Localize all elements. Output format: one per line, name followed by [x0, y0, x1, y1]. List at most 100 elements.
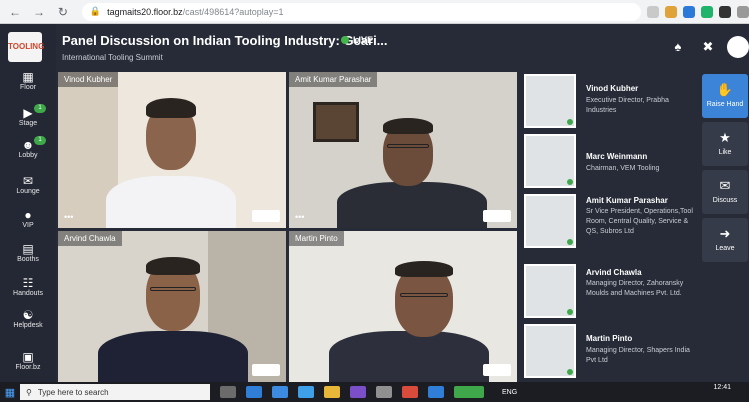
speaker-body [337, 182, 487, 228]
video-tile[interactable]: Martin Pinto [289, 231, 517, 382]
sidebar-item-label: Handouts [13, 290, 43, 297]
live-indicator: LIVE [341, 35, 373, 45]
folder-icon[interactable] [324, 386, 340, 398]
participant-list: Vinod Kubher Executive Director, Prabha … [520, 72, 698, 382]
video-tile[interactable]: Vinod Kubher ••• [58, 72, 286, 228]
url-host: tagmaits20.floor.bz [107, 6, 183, 17]
sidebar-item-lobby[interactable]: ☻ 1 Lobby [2, 136, 54, 159]
url-path: /cast/498614?autoplay=1 [182, 6, 284, 17]
online-dot-icon [567, 309, 573, 315]
chat-icon: ✉ [22, 174, 34, 188]
battery-icon[interactable] [454, 386, 484, 398]
discuss-button[interactable]: ✉ Discuss [702, 170, 748, 214]
task-view-icon[interactable] [220, 386, 236, 398]
action-bar: ✋ Raise Hand ★ Like ✉ Discuss ➜ Leave [702, 72, 748, 382]
tile-name: Martin Pinto [289, 231, 344, 246]
people-icon: ☻ [21, 138, 35, 152]
taskbar-search[interactable]: ⚲ Type here to search [20, 384, 210, 400]
session-header: Panel Discussion on Indian Tooling Indus… [56, 24, 749, 72]
add-person-icon[interactable]: ♠ [667, 36, 689, 58]
avatar [524, 74, 576, 128]
watermark-logo [252, 210, 280, 222]
exit-icon: ➜ [719, 226, 731, 241]
forward-icon[interactable]: → [30, 3, 48, 21]
participant-name: Vinod Kubher [586, 84, 639, 93]
list-item[interactable]: Marc Weinmann Chairman, VEM Tooling [522, 132, 698, 192]
profile-icon[interactable] [719, 5, 732, 18]
sidebar-item-booths[interactable]: ▤ Booths [2, 242, 54, 263]
browser-toolbar: ← → ↻ 🔒 tagmaits20.floor.bz /cast/498614… [0, 0, 749, 24]
like-button[interactable]: ★ Like [702, 122, 748, 166]
online-dot-icon [567, 179, 573, 185]
clock[interactable]: 12:41 [713, 384, 731, 392]
list-item[interactable]: Arvind Chawla Managing Director, Zahoran… [522, 262, 698, 322]
floorbz-icon: ▣ [22, 350, 34, 364]
leave-button[interactable]: ➜ Leave [702, 218, 748, 262]
windows-start-icon[interactable]: ▦ [0, 386, 20, 399]
map-icon: ▦ [22, 70, 34, 84]
sidebar-item-floor[interactable]: ▦ Floor [2, 70, 54, 91]
sidebar-item-label: Helpdesk [13, 322, 43, 329]
mail-icon[interactable] [298, 386, 314, 398]
online-dot-icon [567, 239, 573, 245]
settings-icon[interactable] [376, 386, 392, 398]
sidebar-item-label: Booths [17, 256, 39, 263]
speaker-hair [383, 118, 433, 134]
participant-name: Martin Pinto [586, 334, 633, 343]
app-icon[interactable] [350, 386, 366, 398]
sidebar-item-vip[interactable]: ● VIP [2, 208, 54, 229]
live-dot-icon [341, 36, 349, 44]
app-window: TOOLING ▦ Floor ▶ 1 Stage ☻ 1 Lobby ✉ Lo… [0, 24, 749, 382]
reload-icon[interactable]: ↻ [54, 3, 72, 21]
list-item[interactable]: Vinod Kubher Executive Director, Prabha … [522, 72, 698, 132]
watermark-logo [483, 364, 511, 376]
more-options-icon[interactable]: ••• [64, 212, 73, 222]
chrome-icon[interactable] [402, 386, 418, 398]
comment-icon: ✉ [719, 178, 731, 193]
list-item[interactable]: Amit Kumar Parashar Sr Vice President, O… [522, 192, 698, 260]
raise-hand-button[interactable]: ✋ Raise Hand [702, 74, 748, 118]
count-badge: 1 [34, 136, 46, 145]
speaker-hair [146, 257, 200, 275]
helpdesk-icon: ☯ [22, 308, 34, 322]
sidebar-item-handouts[interactable]: ☷ Handouts [2, 276, 54, 297]
sidebar: TOOLING ▦ Floor ▶ 1 Stage ☻ 1 Lobby ✉ Lo… [0, 24, 56, 382]
participant-role: Executive Director, Prabha Industries [586, 97, 669, 114]
video-icon: ▶ [23, 106, 33, 120]
glasses [150, 287, 196, 291]
thumbs-up-icon: ★ [719, 130, 731, 145]
event-logo: TOOLING [8, 32, 44, 62]
video-tile[interactable]: Arvind Chawla [58, 231, 286, 382]
speaker-body [329, 331, 489, 382]
extension-icon[interactable] [701, 5, 714, 18]
word-icon[interactable] [428, 386, 444, 398]
sidebar-item-floorbz[interactable]: ▣ Floor.bz [2, 350, 54, 371]
sidebar-item-stage[interactable]: ▶ 1 Stage [2, 104, 54, 127]
user-avatar[interactable] [727, 36, 749, 58]
sidebar-item-helpdesk[interactable]: ☯ Helpdesk [2, 308, 54, 329]
more-options-icon[interactable]: ••• [295, 212, 304, 222]
count-badge: 1 [34, 104, 46, 113]
tools-icon[interactable]: ✖ [697, 36, 719, 58]
sidebar-item-label: Lounge [16, 188, 40, 195]
clock-time: 12:41 [713, 384, 731, 391]
edge-icon[interactable] [246, 386, 262, 398]
store-icon[interactable] [272, 386, 288, 398]
list-item[interactable]: Martin Pinto Managing Director, Shapers … [522, 322, 698, 382]
wall-picture [313, 102, 359, 142]
sidebar-item-lounge[interactable]: ✉ Lounge [2, 174, 54, 195]
speaker-hair [146, 98, 196, 118]
back-icon[interactable]: ← [6, 3, 24, 21]
participant-role: Managing Director, Zahoransky Moulds and… [586, 280, 684, 297]
menu-icon[interactable] [737, 5, 749, 18]
session-title: Panel Discussion on Indian Tooling Indus… [62, 33, 388, 48]
participant-role: Sr Vice President, Operations,Tool Room,… [586, 208, 693, 235]
star-icon[interactable] [647, 5, 660, 18]
extension-icon[interactable] [665, 5, 678, 18]
extension-icon[interactable] [683, 5, 696, 18]
video-tile[interactable]: Amit Kumar Parashar ••• [289, 72, 517, 228]
language-indicator[interactable]: ENG [502, 389, 517, 396]
sidebar-item-label: Floor [20, 84, 36, 91]
participant-role: Chairman, VEM Tooling [586, 165, 660, 172]
address-bar[interactable]: 🔒 tagmaits20.floor.bz /cast/498614?autop… [81, 2, 642, 21]
